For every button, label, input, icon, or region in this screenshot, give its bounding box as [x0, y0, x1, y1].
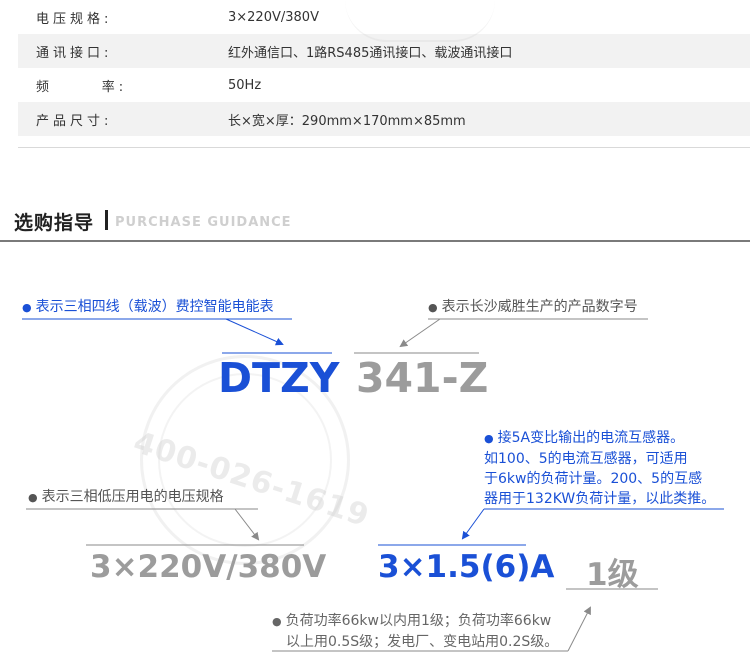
bullet-icon: ●: [484, 432, 494, 445]
spec-value: 红外通信口、1路RS485通讯接口、载波通讯接口: [228, 45, 513, 61]
class-note-line: ● 负荷功率66kw以内用1级；负荷功率66kw: [272, 613, 552, 629]
current-code: 3×1.5(6)A: [378, 549, 555, 585]
type-code: DTZY: [218, 354, 340, 402]
voltage-note: ● 表示三相低压用电的电压规格: [28, 486, 224, 506]
spec-label: 频 率:: [36, 79, 128, 95]
current-note: ● 接5A变比输出的电流互感器。 如100、5的电流互感器，可适用 于6kw的负荷…: [484, 428, 715, 509]
class-note-arrow: [567, 606, 591, 652]
class-code: 1级: [586, 557, 639, 593]
serial-code: 341-Z: [356, 354, 489, 402]
type-note: ● 表示三相四线（载波）费控智能电能表: [22, 296, 274, 316]
spec-row-size: 产品尺寸: 长×宽×厚：290mm×170mm×85mm: [18, 102, 750, 136]
bullet-icon: ●: [428, 301, 438, 314]
spec-label: 电压规格:: [36, 11, 113, 27]
bullet-icon: ●: [28, 491, 38, 504]
spec-row-frequency: 频 率: 50Hz: [18, 68, 750, 102]
voltage-note-text: 表示三相低压用电的电压规格: [41, 489, 224, 505]
class-note-line: 以上用0.5S级；发电厂、变电站用0.2S级。: [286, 634, 559, 650]
section-subtitle: PURCHASE GUIDANCE: [115, 215, 292, 230]
serial-note-arrow: [399, 318, 441, 348]
serial-note-text: 表示长沙威胜生产的产品数字号: [441, 299, 638, 315]
watermark-arc: [345, 0, 495, 42]
bullet-icon: ●: [22, 301, 32, 314]
section-title-bar: [105, 210, 108, 230]
serial-note: ● 表示长沙威胜生产的产品数字号: [428, 296, 638, 316]
section-divider: [0, 240, 750, 242]
bullet-icon: ●: [272, 615, 282, 628]
current-note-line: ● 接5A变比输出的电流互感器。: [484, 430, 685, 446]
current-note-line: 如100、5的电流互感器，可适用: [484, 451, 688, 467]
current-note-arrow: [461, 508, 485, 540]
voltage-code: 3×220V/380V: [90, 549, 327, 585]
type-note-arrow: [225, 318, 284, 346]
spec-label: 产品尺寸:: [36, 113, 113, 129]
current-note-line: 于6kw的负荷计量。200、5的互感: [484, 471, 703, 487]
current-note-line: 器用于132KW负荷计量，以此类推。: [484, 491, 716, 507]
table-divider: [18, 147, 750, 148]
section-title: 选购指导: [14, 212, 95, 234]
spec-value: 长×宽×厚：290mm×170mm×85mm: [228, 113, 466, 129]
spec-value: 50Hz: [228, 77, 262, 93]
spec-label: 通讯接口:: [36, 45, 113, 61]
class-note: ● 负荷功率66kw以内用1级；负荷功率66kw 以上用0.5S级；发电厂、变电站…: [272, 611, 558, 652]
type-note-text: 表示三相四线（载波）费控智能电能表: [35, 299, 274, 315]
